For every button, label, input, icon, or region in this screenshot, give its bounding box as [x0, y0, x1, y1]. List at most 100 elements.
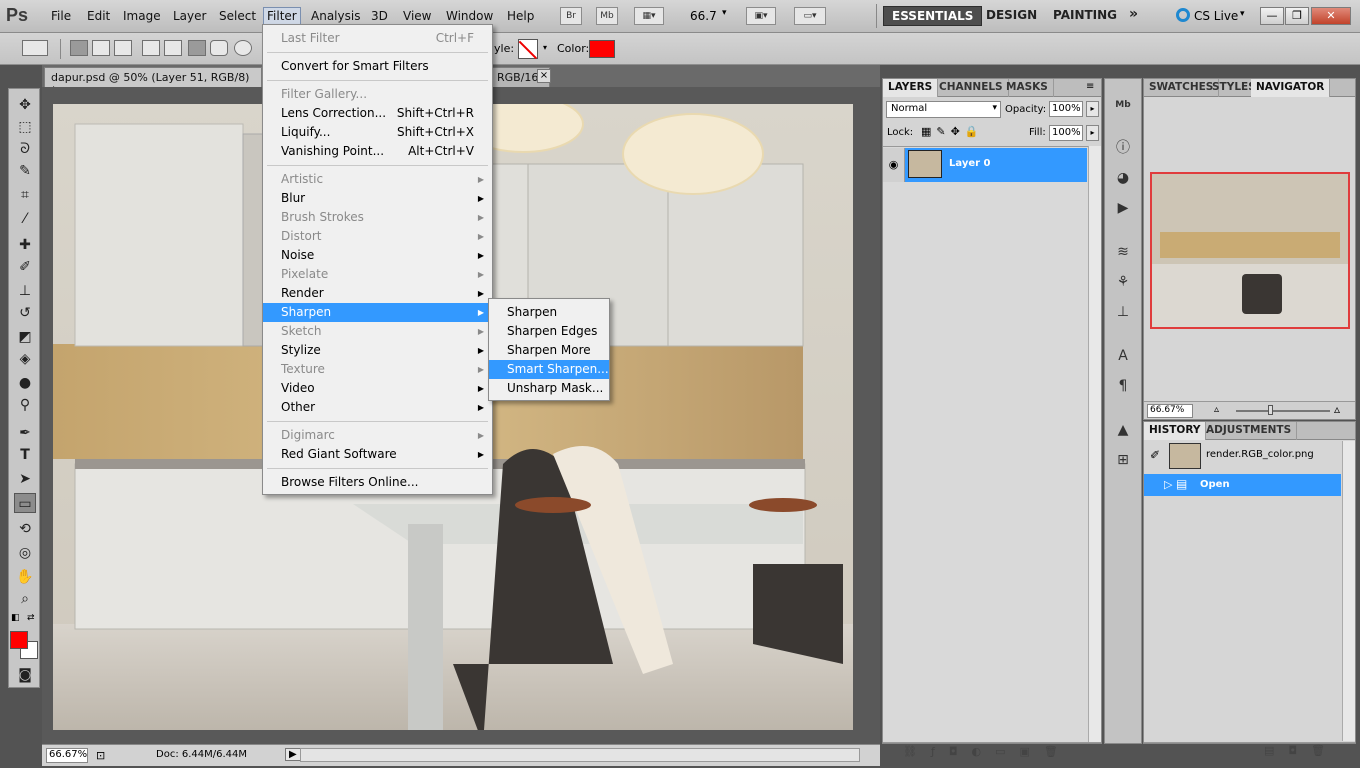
close-tab-icon[interactable]: × — [537, 69, 551, 83]
eyedropper-tool-icon[interactable]: ⁄ — [14, 209, 36, 229]
eye-visibility-icon[interactable]: ◉ — [883, 148, 905, 182]
menu-item-smart-sharpen[interactable]: Smart Sharpen... — [489, 360, 609, 379]
menu-select[interactable]: Select — [216, 8, 259, 24]
menu-item-sketch[interactable]: Sketch ▶ — [263, 322, 492, 341]
menu-item-lens-correction[interactable]: Lens Correction... Shift+Ctrl+R — [263, 104, 492, 123]
status-zoom[interactable]: 66.67% — [46, 748, 88, 763]
tab-history[interactable]: HISTORY — [1144, 422, 1207, 440]
menu-item-other[interactable]: Other ▶ — [263, 398, 492, 417]
status-menu-arrow-icon[interactable]: ▶ — [285, 748, 301, 761]
frame-view-icon[interactable]: ▦▾ — [634, 7, 664, 25]
menu-item-noise[interactable]: Noise ▶ — [263, 246, 492, 265]
quick-mask-icon[interactable]: ◙ — [14, 665, 36, 685]
fill-pixels-icon[interactable] — [114, 40, 132, 56]
navigator-zoom-thumb[interactable] — [1268, 405, 1273, 415]
menu-item-artistic[interactable]: Artistic ▶ — [263, 170, 492, 189]
menu-view[interactable]: View — [400, 8, 434, 24]
menu-item-sharpen[interactable]: Sharpen ▶ — [263, 303, 492, 322]
layer-row[interactable]: ◉ Layer 0 — [883, 148, 1087, 182]
menu-edit[interactable]: Edit — [84, 8, 113, 24]
tool-presets-icon[interactable]: ⊥ — [1112, 301, 1134, 323]
workspace-design[interactable]: DESIGN — [986, 8, 1037, 22]
type-tool-icon[interactable]: T — [14, 445, 36, 465]
3d-orbit-tool-icon[interactable]: ◎ — [14, 543, 36, 563]
swap-colors-icon[interactable]: ⇄ — [27, 613, 35, 623]
cslive-button[interactable]: CS Live — [1194, 9, 1238, 23]
menu-item-last-filter[interactable]: Last Filter Ctrl+F — [263, 29, 492, 48]
menu-item-digimarc[interactable]: Digimarc ▶ — [263, 426, 492, 445]
menu-item-unsharp-mask[interactable]: Unsharp Mask... — [489, 379, 609, 398]
actions-icon[interactable]: ▶ — [1112, 197, 1134, 219]
lock-icons[interactable]: ▦✎✥🔒 — [921, 125, 984, 138]
ellipse-icon[interactable] — [234, 40, 252, 56]
more-workspaces-icon[interactable]: » — [1129, 6, 1138, 22]
menu-layer[interactable]: Layer — [170, 8, 209, 24]
menu-item-vanishing-point[interactable]: Vanishing Point... Alt+Ctrl+V — [263, 142, 492, 161]
crop-tool-icon[interactable]: ⌗ — [14, 185, 36, 205]
minibridge-icon[interactable]: Mb — [1112, 94, 1134, 116]
menu-filter[interactable]: Filter — [263, 7, 301, 25]
status-info-icon[interactable]: ⊡ — [96, 749, 105, 762]
fill-field[interactable]: 100% — [1049, 125, 1083, 141]
default-colors-icon[interactable]: ◧ — [11, 613, 20, 623]
history-state[interactable]: ▷ ▤ Open — [1144, 474, 1341, 496]
minibridge-button[interactable]: Mb — [596, 7, 618, 25]
screen-mode-icon[interactable]: ▭▾ — [794, 7, 826, 25]
bridge-button[interactable]: Br — [560, 7, 582, 25]
menu-help[interactable]: Help — [504, 8, 537, 24]
history-slider-icon[interactable]: ▷ — [1164, 478, 1172, 491]
fill-slider-icon[interactable]: ▸ — [1086, 125, 1099, 141]
menu-item-render[interactable]: Render ▶ — [263, 284, 492, 303]
brushes-icon[interactable]: ≋ — [1112, 241, 1134, 263]
menu-item-video[interactable]: Video ▶ — [263, 379, 492, 398]
hand-tool-icon[interactable]: ✋ — [14, 567, 36, 587]
navigator-zoom-slider[interactable] — [1236, 410, 1330, 412]
paint-bucket-tool-icon[interactable]: ◈ — [14, 349, 36, 369]
cslive-dropdown-icon[interactable]: ▾ — [1240, 9, 1245, 19]
menu-analysis[interactable]: Analysis — [308, 8, 363, 24]
layer-name[interactable]: Layer 0 — [949, 158, 990, 169]
history-state-name[interactable]: Open — [1200, 479, 1230, 490]
tab-adjustments[interactable]: ADJUSTMENTS — [1201, 422, 1298, 440]
panel-menu-icon[interactable]: ≡ — [1086, 81, 1094, 92]
snapshot-name[interactable]: render.RGB_color.png — [1206, 449, 1314, 460]
character-icon[interactable]: A — [1112, 345, 1134, 367]
dodge-tool-icon[interactable]: ⚲ — [14, 395, 36, 415]
healing-brush-tool-icon[interactable]: ✚ — [14, 235, 36, 255]
color-icon[interactable]: ◕ — [1112, 167, 1134, 189]
notes-icon[interactable]: ⊞ — [1112, 449, 1134, 471]
menu-item-texture[interactable]: Texture ▶ — [263, 360, 492, 379]
menu-item-pixelate[interactable]: Pixelate ▶ — [263, 265, 492, 284]
layers-scrollbar[interactable] — [1088, 146, 1101, 742]
restore-button[interactable]: ❐ — [1285, 7, 1309, 25]
paragraph-icon[interactable]: ¶ — [1112, 375, 1134, 397]
zoom-level[interactable]: 66.7 — [690, 9, 717, 23]
menu-item-brush-strokes[interactable]: Brush Strokes ▶ — [263, 208, 492, 227]
lasso-tool-icon[interactable]: ᘐ — [14, 139, 36, 159]
pen-tool-icon[interactable]: ✒ — [14, 423, 36, 443]
history-scrollbar[interactable] — [1342, 441, 1355, 741]
brush-tool-icon[interactable]: ✐ — [14, 257, 36, 277]
path-selection-tool-icon[interactable]: ➤ — [14, 469, 36, 489]
menu-item-sharpen[interactable]: Sharpen — [489, 303, 609, 322]
zoom-dropdown-icon[interactable]: ▾ — [722, 8, 727, 18]
3d-rotate-tool-icon[interactable]: ⟲ — [14, 519, 36, 539]
history-footer-icons[interactable]: ▤◘🗑 — [1264, 744, 1339, 757]
rectangle-icon[interactable] — [188, 40, 206, 56]
navigator-preview[interactable] — [1150, 172, 1350, 329]
quick-select-tool-icon[interactable]: ✎ — [14, 161, 36, 181]
pen-icon[interactable] — [142, 40, 160, 56]
menu-item-distort[interactable]: Distort ▶ — [263, 227, 492, 246]
menu-item-blur[interactable]: Blur ▶ — [263, 189, 492, 208]
layer-footer-icons[interactable]: ⛓ƒ◘◐▭▣🗑 — [903, 745, 1072, 758]
clone-stamp-tool-icon[interactable]: ⊥ — [14, 281, 36, 301]
tab-masks[interactable]: MASKS — [1001, 79, 1054, 97]
arrange-documents-icon[interactable]: ▣▾ — [746, 7, 776, 25]
menu-item-convert-for-smart-filters[interactable]: Convert for Smart Filters — [263, 57, 492, 76]
menu-item-filter-gallery[interactable]: Filter Gallery... — [263, 85, 492, 104]
tab-layers[interactable]: LAYERS — [883, 79, 939, 97]
horizontal-scrollbar[interactable] — [300, 748, 860, 762]
rounded-rectangle-icon[interactable] — [210, 40, 228, 56]
tool-preset-picker[interactable] — [22, 40, 48, 56]
menu-item-red-giant-software[interactable]: Red Giant Software ▶ — [263, 445, 492, 464]
